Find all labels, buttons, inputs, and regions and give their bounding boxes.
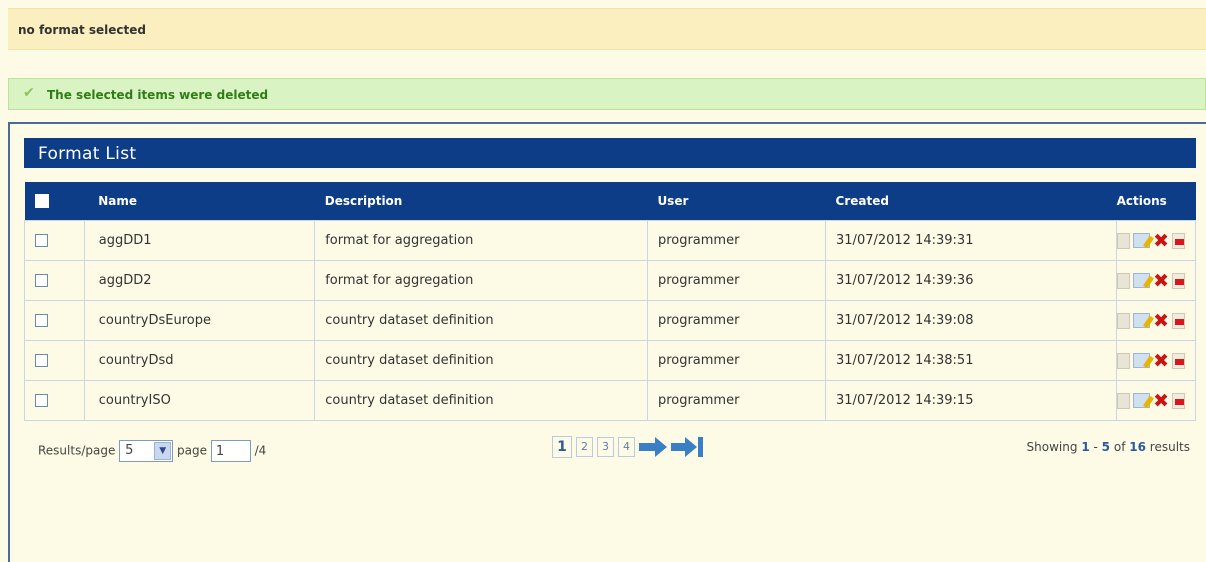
- row-checkbox[interactable]: [35, 354, 48, 367]
- next-page-icon[interactable]: [639, 437, 667, 457]
- cell-description: country dataset definition: [314, 340, 648, 381]
- header-description[interactable]: Description: [314, 182, 648, 221]
- results-per-page-group: Results/page 5 ▼ page 1 /4: [38, 440, 266, 462]
- success-banner: ✔ The selected items were deleted: [8, 78, 1206, 110]
- table-row: aggDD2 format for aggregation programmer…: [24, 260, 1196, 301]
- success-message: The selected items were deleted: [47, 88, 269, 102]
- edit-icon[interactable]: [1133, 313, 1151, 328]
- page-link-4[interactable]: 4: [618, 437, 635, 457]
- row-checkbox[interactable]: [35, 314, 48, 327]
- format-table: Name Description User Created Actions ag…: [24, 182, 1196, 421]
- cell-actions: ✖: [1116, 340, 1196, 381]
- export-icon[interactable]: [1172, 392, 1185, 409]
- page-link-3[interactable]: 3: [597, 437, 614, 457]
- header-actions: Actions: [1116, 182, 1196, 221]
- edit-icon[interactable]: [1133, 273, 1151, 288]
- cell-user: programmer: [646, 260, 827, 301]
- edit-icon[interactable]: [1133, 393, 1151, 408]
- cell-name: aggDD2: [83, 260, 316, 301]
- last-page-icon[interactable]: [671, 437, 705, 457]
- cell-user: programmer: [646, 380, 827, 421]
- page-link-1[interactable]: 1: [552, 436, 572, 458]
- cell-created: 31/07/2012 14:39:36: [825, 260, 1118, 301]
- edit-icon[interactable]: [1133, 233, 1151, 248]
- chevron-down-icon[interactable]: ▼: [154, 442, 172, 460]
- cell-description: country dataset definition: [314, 380, 648, 421]
- table-row: countryDsd country dataset definition pr…: [24, 340, 1196, 381]
- page-number-input[interactable]: 1: [210, 440, 251, 462]
- checkmark-icon: ✔: [23, 85, 35, 101]
- results-summary: Showing 1 - 5 of 16 results: [1026, 440, 1190, 454]
- header-name[interactable]: Name: [84, 182, 315, 221]
- row-checkbox[interactable]: [35, 394, 48, 407]
- view-icon[interactable]: [1117, 232, 1131, 249]
- header-created[interactable]: Created: [825, 182, 1117, 221]
- view-icon[interactable]: [1117, 272, 1131, 289]
- cell-name: countryISO: [83, 380, 316, 421]
- export-icon[interactable]: [1172, 232, 1185, 249]
- header-user[interactable]: User: [647, 182, 826, 221]
- table-row: aggDD1 format for aggregation programmer…: [24, 220, 1196, 261]
- cell-created: 31/07/2012 14:39:31: [825, 220, 1118, 261]
- cell-created: 31/07/2012 14:39:15: [825, 380, 1118, 421]
- delete-icon[interactable]: ✖: [1153, 271, 1169, 290]
- cell-description: format for aggregation: [314, 220, 648, 261]
- page-total: /4: [254, 443, 267, 458]
- table-row: countryDsEurope country dataset definiti…: [24, 300, 1196, 341]
- delete-icon[interactable]: ✖: [1153, 231, 1169, 250]
- page-link-2[interactable]: 2: [576, 437, 593, 457]
- select-all-cell: [24, 182, 85, 221]
- cell-user: programmer: [646, 300, 827, 341]
- cell-name: countryDsd: [83, 340, 316, 381]
- cell-actions: ✖: [1116, 260, 1196, 301]
- results-per-page-value: 5: [125, 443, 134, 458]
- cell-user: programmer: [646, 220, 827, 261]
- edit-icon[interactable]: [1133, 353, 1151, 368]
- cell-description: format for aggregation: [314, 260, 648, 301]
- export-icon[interactable]: [1172, 352, 1185, 369]
- cell-actions: ✖: [1116, 380, 1196, 421]
- select-all-checkbox[interactable]: [34, 194, 49, 209]
- pagination: 1 2 3 4: [552, 436, 705, 458]
- format-list-panel: Format List Name Description User Create…: [8, 122, 1206, 562]
- row-checkbox[interactable]: [35, 234, 48, 247]
- export-icon[interactable]: [1172, 312, 1185, 329]
- view-icon[interactable]: [1117, 312, 1131, 329]
- view-icon[interactable]: [1117, 392, 1131, 409]
- table-header-row: Name Description User Created Actions: [24, 182, 1196, 221]
- delete-icon[interactable]: ✖: [1153, 351, 1169, 370]
- cell-name: aggDD1: [83, 220, 316, 261]
- cell-actions: ✖: [1116, 300, 1196, 341]
- view-icon[interactable]: [1117, 352, 1131, 369]
- table-row: countryISO country dataset definition pr…: [24, 380, 1196, 421]
- cell-description: country dataset definition: [314, 300, 648, 341]
- cell-created: 31/07/2012 14:39:08: [825, 300, 1118, 341]
- row-checkbox[interactable]: [35, 274, 48, 287]
- delete-icon[interactable]: ✖: [1153, 391, 1169, 410]
- export-icon[interactable]: [1172, 272, 1185, 289]
- cell-actions: ✖: [1116, 220, 1196, 261]
- format-status-text: no format selected: [18, 23, 146, 37]
- delete-icon[interactable]: ✖: [1153, 311, 1169, 330]
- format-status-banner: no format selected: [8, 8, 1206, 50]
- cell-user: programmer: [646, 340, 827, 381]
- cell-created: 31/07/2012 14:38:51: [825, 340, 1118, 381]
- page-label: page: [177, 443, 207, 458]
- table-footer: Results/page 5 ▼ page 1 /4 1 2 3 4 Showi…: [24, 434, 1196, 464]
- cell-name: countryDsEurope: [83, 300, 316, 341]
- results-per-page-select[interactable]: 5 ▼: [119, 440, 174, 462]
- results-per-page-label: Results/page: [38, 443, 116, 458]
- panel-title: Format List: [24, 138, 1196, 168]
